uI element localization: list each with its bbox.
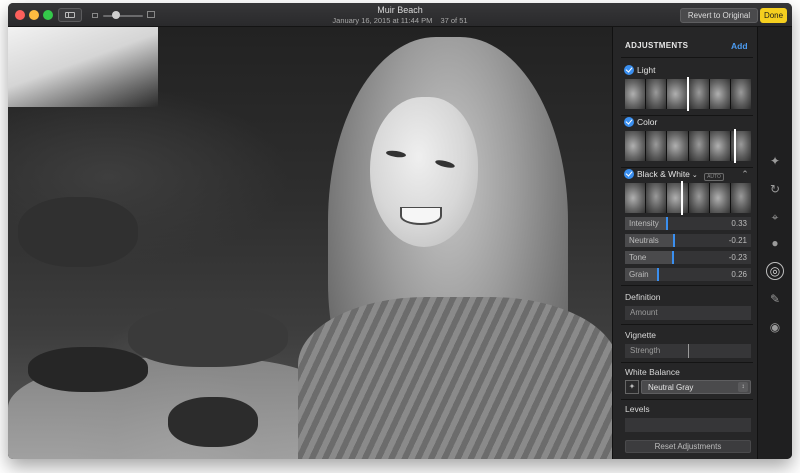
white-balance-value: Neutral Gray <box>648 383 694 392</box>
sidebar-toggle-button[interactable] <box>58 8 82 22</box>
window-title: Muir Beach January 16, 2015 at 11:44 PM … <box>308 5 492 26</box>
rotate-icon[interactable]: ↻ <box>767 181 783 197</box>
intensity-slider[interactable]: Intensity 0.33 <box>625 217 751 230</box>
tone-slider[interactable]: Tone -0.23 <box>625 251 751 264</box>
photo-date: January 16, 2015 at 11:44 PM <box>332 16 433 25</box>
chevron-updown-icon: ↕ <box>738 382 748 392</box>
edit-toolbar: ✦ ↻ ⌖ ● ◎ ✎ ◉ <box>757 27 792 459</box>
close-button[interactable] <box>15 10 25 20</box>
filters-icon[interactable]: ● <box>767 235 783 251</box>
adjustments-panel: ADJUSTMENTS Add Light Color Black & Whit… <box>612 27 757 459</box>
sidebar-icon <box>65 12 75 18</box>
slider-knob[interactable] <box>656 268 659 281</box>
slider-knob[interactable] <box>665 217 668 230</box>
light-strip-marker[interactable] <box>687 77 689 111</box>
minimize-button[interactable] <box>29 10 39 20</box>
crop-icon[interactable]: ⌖ <box>767 209 783 225</box>
color-thumbnail-strip[interactable] <box>625 129 752 163</box>
adjust-icon[interactable]: ◎ <box>766 262 784 280</box>
reset-adjustments-button[interactable]: Reset Adjustments <box>625 440 751 453</box>
red-eye-icon[interactable]: ◉ <box>767 319 783 335</box>
levels-histogram[interactable] <box>625 418 751 432</box>
auto-button[interactable]: AUTO <box>704 173 724 181</box>
definition-title[interactable]: Definition <box>625 292 660 302</box>
photo-subtitle: January 16, 2015 at 11:44 PM 37 of 51 <box>308 16 492 26</box>
levels-title[interactable]: Levels <box>625 404 650 414</box>
slider-knob[interactable] <box>671 251 674 264</box>
chevron-down-icon: ⌄ <box>689 172 698 179</box>
vignette-knob[interactable] <box>688 344 689 358</box>
eyedropper-icon[interactable]: ✦ <box>625 380 639 394</box>
slider-value: -0.21 <box>728 236 747 245</box>
white-balance-select[interactable]: Neutral Gray ↕ <box>641 380 751 394</box>
field-label: Strength <box>630 346 661 355</box>
zoom-slider[interactable] <box>103 15 143 17</box>
add-adjustment-button[interactable]: Add <box>731 41 748 51</box>
done-button[interactable]: Done <box>760 8 787 23</box>
slider-value: 0.33 <box>731 219 747 228</box>
slider-label: Tone <box>629 253 647 262</box>
adjustments-heading: ADJUSTMENTS <box>625 41 689 50</box>
title-bar: Muir Beach January 16, 2015 at 11:44 PM … <box>8 3 792 27</box>
black-white-thumbnail-strip[interactable] <box>625 181 752 215</box>
slider-value: 0.26 <box>731 270 747 279</box>
photo-title: Muir Beach <box>377 5 423 15</box>
slider-label: Intensity <box>629 219 659 228</box>
slider-value: -0.23 <box>728 253 747 262</box>
black-white-strip-marker[interactable] <box>680 181 683 215</box>
photo-counter: 37 of 51 <box>440 16 468 25</box>
photos-window: Muir Beach January 16, 2015 at 11:44 PM … <box>8 3 792 459</box>
field-label: Amount <box>630 308 658 317</box>
light-section-label[interactable]: Light <box>637 65 655 75</box>
neutrals-slider[interactable]: Neutrals -0.21 <box>625 234 751 247</box>
zoom-slider-knob[interactable] <box>112 11 120 19</box>
maximize-button[interactable] <box>43 10 53 20</box>
light-thumbnail-strip[interactable] <box>625 77 752 111</box>
zoom-out-icon[interactable] <box>92 13 98 18</box>
slider-knob[interactable] <box>673 234 676 247</box>
vignette-title[interactable]: Vignette <box>625 330 656 340</box>
photo-canvas[interactable] <box>8 27 612 459</box>
slider-label: Grain <box>629 270 649 279</box>
black-white-checkbox[interactable] <box>624 169 634 179</box>
zoom-in-icon[interactable] <box>147 11 155 18</box>
color-strip-marker[interactable] <box>734 129 737 163</box>
color-section-label[interactable]: Color <box>637 117 657 127</box>
slider-label: Neutrals <box>629 236 659 245</box>
magic-wand-icon[interactable]: ✦ <box>767 153 783 169</box>
light-checkbox[interactable] <box>624 65 634 75</box>
black-white-section-label[interactable]: Black & White ⌄ <box>637 169 698 179</box>
vignette-strength-slider[interactable]: Strength <box>625 344 751 358</box>
revert-to-original-button[interactable]: Revert to Original <box>680 8 758 23</box>
white-balance-title[interactable]: White Balance <box>625 367 680 377</box>
definition-amount-slider[interactable]: Amount <box>625 306 751 320</box>
chevron-up-icon[interactable]: ⌃ <box>739 169 751 181</box>
retouch-icon[interactable]: ✎ <box>767 291 783 307</box>
color-checkbox[interactable] <box>624 117 634 127</box>
grain-slider[interactable]: Grain 0.26 <box>625 268 751 281</box>
